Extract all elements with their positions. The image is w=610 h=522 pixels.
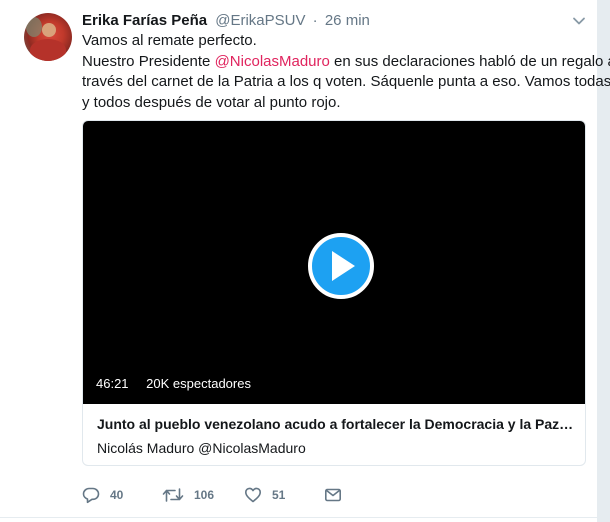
tweet-header: Erika Farías Peña @ErikaPSUV · 26 min [82,11,370,31]
tweet-text: Vamos al remate perfecto. Nuestro Presid… [82,31,610,113]
text-segment: Nuestro Presidente [82,52,215,70]
author-name[interactable]: Erika Farías Peña [82,12,207,29]
like-icon [245,487,261,503]
retweet-count: 106 [194,488,215,502]
card-author[interactable]: Nicolás Maduro @NicolasMaduro [97,440,306,456]
separator: · [312,12,318,29]
video-duration: 46:21 [96,376,129,391]
retweet-button[interactable]: 106 [162,485,214,505]
tweet-text-line: Vamos al remate perfecto. [82,32,257,49]
mention-link[interactable]: @NicolasMaduro [215,53,330,70]
author-handle[interactable]: @ErikaPSUV [215,12,305,29]
reply-icon [82,487,100,504]
direct-message-icon [324,488,341,502]
viewer-count: 20K espectadores [146,376,251,391]
retweet-icon [162,488,184,502]
reply-count: 40 [110,488,124,502]
avatar[interactable] [24,13,72,61]
video-card[interactable]: 46:21 20K espectadores Junto al pueblo v… [82,120,586,466]
direct-message-button[interactable] [324,485,342,505]
tweet-text-line: y todos después de votar al punto rojo. [82,93,341,111]
text-segment: en sus declaraciones habló de un regalo … [329,52,610,70]
card-title[interactable]: Junto al pueblo venezolano acudo a forta… [97,416,575,432]
tweet-text-line: través del carnet de la Patria a los q v… [82,73,610,90]
like-count: 51 [272,488,286,502]
video-player[interactable]: 46:21 20K espectadores [83,121,585,404]
like-button[interactable]: 51 [244,485,285,505]
video-meta: 46:21 20K espectadores [96,376,251,391]
timestamp[interactable]: 26 min [325,12,370,29]
tweet[interactable]: Erika Farías Peña @ErikaPSUV · 26 min Va… [0,0,610,522]
chevron-down-icon[interactable] [572,14,586,28]
tweet-text-line: Nuestro Presidente @NicolasMaduro en sus… [82,52,610,73]
play-icon [332,251,355,281]
play-button[interactable] [308,233,374,299]
divider [0,517,598,518]
reply-button[interactable]: 40 [82,485,123,505]
tweet-actions: 40 106 51 [82,485,382,505]
